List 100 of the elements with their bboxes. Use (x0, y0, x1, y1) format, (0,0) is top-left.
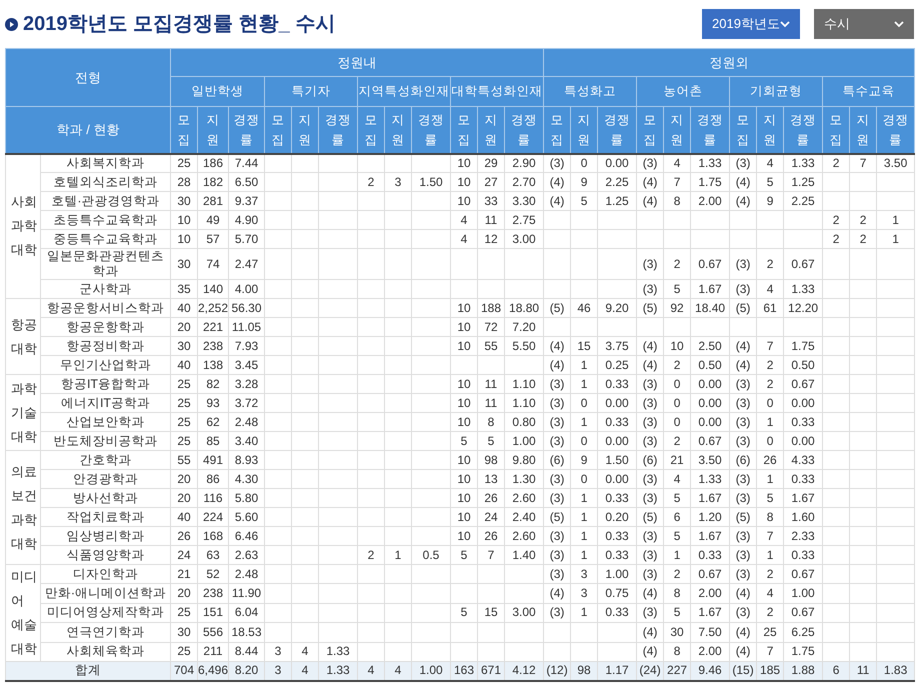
table-cell: 0.67 (690, 248, 730, 280)
table-cell: 238 (198, 584, 228, 604)
table-cell: 9 (570, 450, 598, 470)
table-cell: 7.20 (504, 318, 544, 336)
table-cell: 11 (478, 210, 504, 230)
table-cell: 1.60 (784, 508, 823, 526)
table-cell: 4 (664, 470, 691, 488)
table-cell: 6,496 (198, 662, 228, 680)
table-cell: 26 (170, 526, 198, 546)
table-cell: 15 (478, 603, 504, 623)
table-cell: 140 (198, 280, 228, 298)
table-cell: 5 (664, 526, 691, 546)
department-cell: 항공운항학과 (40, 318, 170, 336)
table-cell: 0.50 (690, 356, 730, 374)
table-cell: 52 (198, 564, 228, 584)
table-cell: 1.00 (784, 584, 823, 604)
table-cell: 85 (198, 432, 228, 450)
table-cell: 1.67 (690, 488, 730, 508)
table-cell: (5) (636, 298, 664, 318)
table-cell: 62 (198, 412, 228, 432)
table-cell: 10 (450, 192, 478, 210)
table-cell: 25 (170, 374, 198, 394)
table-cell: 2.63 (228, 546, 264, 564)
table-cell: 5.60 (228, 508, 264, 526)
table-cell: (4) (544, 584, 571, 604)
table-cell: 20 (170, 488, 198, 508)
table-cell: 10 (450, 508, 478, 526)
table-cell: 9 (570, 172, 598, 192)
department-cell: 호텔·관광경영학과 (40, 192, 170, 210)
table-cell: 0.33 (598, 488, 637, 508)
table-cell: 7 (664, 172, 691, 192)
table-cell: (3) (544, 603, 571, 623)
select-dropdown[interactable]: 2019학년도 (702, 9, 800, 39)
table-cell: 3.00 (504, 603, 544, 623)
department-cell: 안경광학과 (40, 470, 170, 488)
table-cell: 46 (570, 298, 598, 318)
table-cell: 8 (478, 412, 504, 432)
table-cell: 10 (450, 374, 478, 394)
table-cell: 12 (478, 230, 504, 248)
department-cell: 사회복지학과 (40, 154, 170, 172)
table-cell: (3) (544, 546, 571, 564)
table-cell: 10 (170, 210, 198, 230)
department-cell: 무인기산업학과 (40, 356, 170, 374)
table-cell: 5 (450, 603, 478, 623)
table-cell: 3.50 (690, 450, 730, 470)
department-cell: 항공IT융합학과 (40, 374, 170, 394)
table-cell: 40 (170, 298, 198, 318)
table-cell: 10 (450, 450, 478, 470)
table-cell: 8 (664, 192, 691, 210)
table-cell: 6.04 (228, 603, 264, 623)
table-cell: 2.47 (228, 248, 264, 280)
table-cell: 0.67 (784, 374, 823, 394)
table-cell: 7 (850, 154, 877, 172)
table-cell: 1.33 (784, 154, 823, 172)
table-cell: 0 (570, 432, 598, 450)
table-cell: 2 (822, 154, 850, 172)
table-cell: 2 (664, 356, 691, 374)
table-cell: 5 (664, 488, 691, 508)
department-cell: 산업보안학과 (40, 412, 170, 432)
table-cell: (3) (730, 470, 757, 488)
table-cell: (3) (636, 603, 664, 623)
table-cell: 10 (450, 336, 478, 356)
table-cell: 40 (170, 508, 198, 526)
table-cell: 1 (756, 546, 784, 564)
table-cell: 2.25 (784, 192, 823, 210)
department-cell: 디자인학과 (40, 564, 170, 584)
table-cell: (4) (544, 172, 571, 192)
table-cell: 13 (478, 470, 504, 488)
table-cell: 3.45 (228, 356, 264, 374)
table-cell: 12.20 (784, 298, 823, 318)
table-cell: 1.25 (598, 192, 637, 210)
table-cell: 151 (198, 603, 228, 623)
table-cell: (4) (544, 356, 571, 374)
table-cell: 9 (756, 192, 784, 210)
table-cell: 11.90 (228, 584, 264, 604)
table-cell: (5) (636, 508, 664, 526)
table-cell: 2.48 (228, 564, 264, 584)
table-cell: (3) (636, 470, 664, 488)
table-cell: 2.33 (784, 526, 823, 546)
table-cell: 26 (478, 526, 504, 546)
table-cell: (6) (730, 450, 757, 470)
header-cell: 특성화고 (544, 76, 637, 106)
table-cell: 116 (198, 488, 228, 508)
header-cell: 대학특성화인재 (450, 76, 544, 106)
table-cell: 28 (170, 172, 198, 192)
select-dropdown[interactable]: 수시 (814, 9, 914, 39)
table-cell: (3) (636, 432, 664, 450)
table-cell: 1 (570, 546, 598, 564)
table-cell: 86 (198, 470, 228, 488)
table-cell: (3) (636, 374, 664, 394)
table-cell: (4) (730, 192, 757, 210)
table-cell: 3.40 (228, 432, 264, 450)
table-cell: 55 (170, 450, 198, 470)
table-cell: (3) (730, 564, 757, 584)
table-cell: (3) (544, 394, 571, 412)
table-cell: 5 (478, 432, 504, 450)
table-cell: 15 (570, 336, 598, 356)
table-cell: 281 (198, 192, 228, 210)
table-cell: 8.93 (228, 450, 264, 470)
table-cell: 5 (450, 432, 478, 450)
